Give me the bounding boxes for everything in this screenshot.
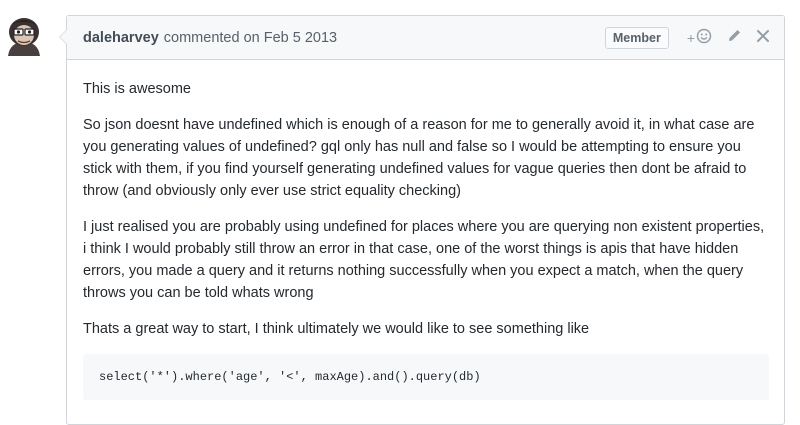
comment-paragraph: So json doesnt have undefined which is e…	[83, 117, 755, 199]
add-reaction-button[interactable]: +	[687, 28, 712, 48]
edit-button[interactable]	[726, 28, 742, 48]
comment-pointer-inner	[60, 29, 68, 45]
comment-paragraph: I just realised you are probably using u…	[83, 219, 765, 301]
member-badge: Member	[604, 26, 669, 49]
close-icon	[756, 29, 770, 47]
comment-paragraph: Thats a great way to start, I think ulti…	[83, 321, 590, 337]
comment-box: daleharvey commented on Feb 5 2013 Membe…	[59, 15, 785, 425]
code-block: select('*').where('age', '<', maxAge).an…	[83, 354, 769, 400]
author-link[interactable]: daleharvey	[83, 30, 159, 46]
plus-label: +	[686, 29, 695, 46]
comment-actions: Member +	[604, 26, 770, 49]
smiley-icon	[696, 28, 712, 48]
comment-body: This is awesome So json doesnt have unde…	[67, 60, 784, 400]
comment-paragraph: This is awesome	[83, 81, 191, 97]
delete-button[interactable]	[756, 29, 770, 47]
pencil-icon	[726, 28, 742, 48]
avatar[interactable]	[0, 12, 48, 60]
comment-header: daleharvey commented on Feb 5 2013 Membe…	[67, 16, 784, 60]
comment-timestamp[interactable]: commented on Feb 5 2013	[164, 30, 337, 46]
